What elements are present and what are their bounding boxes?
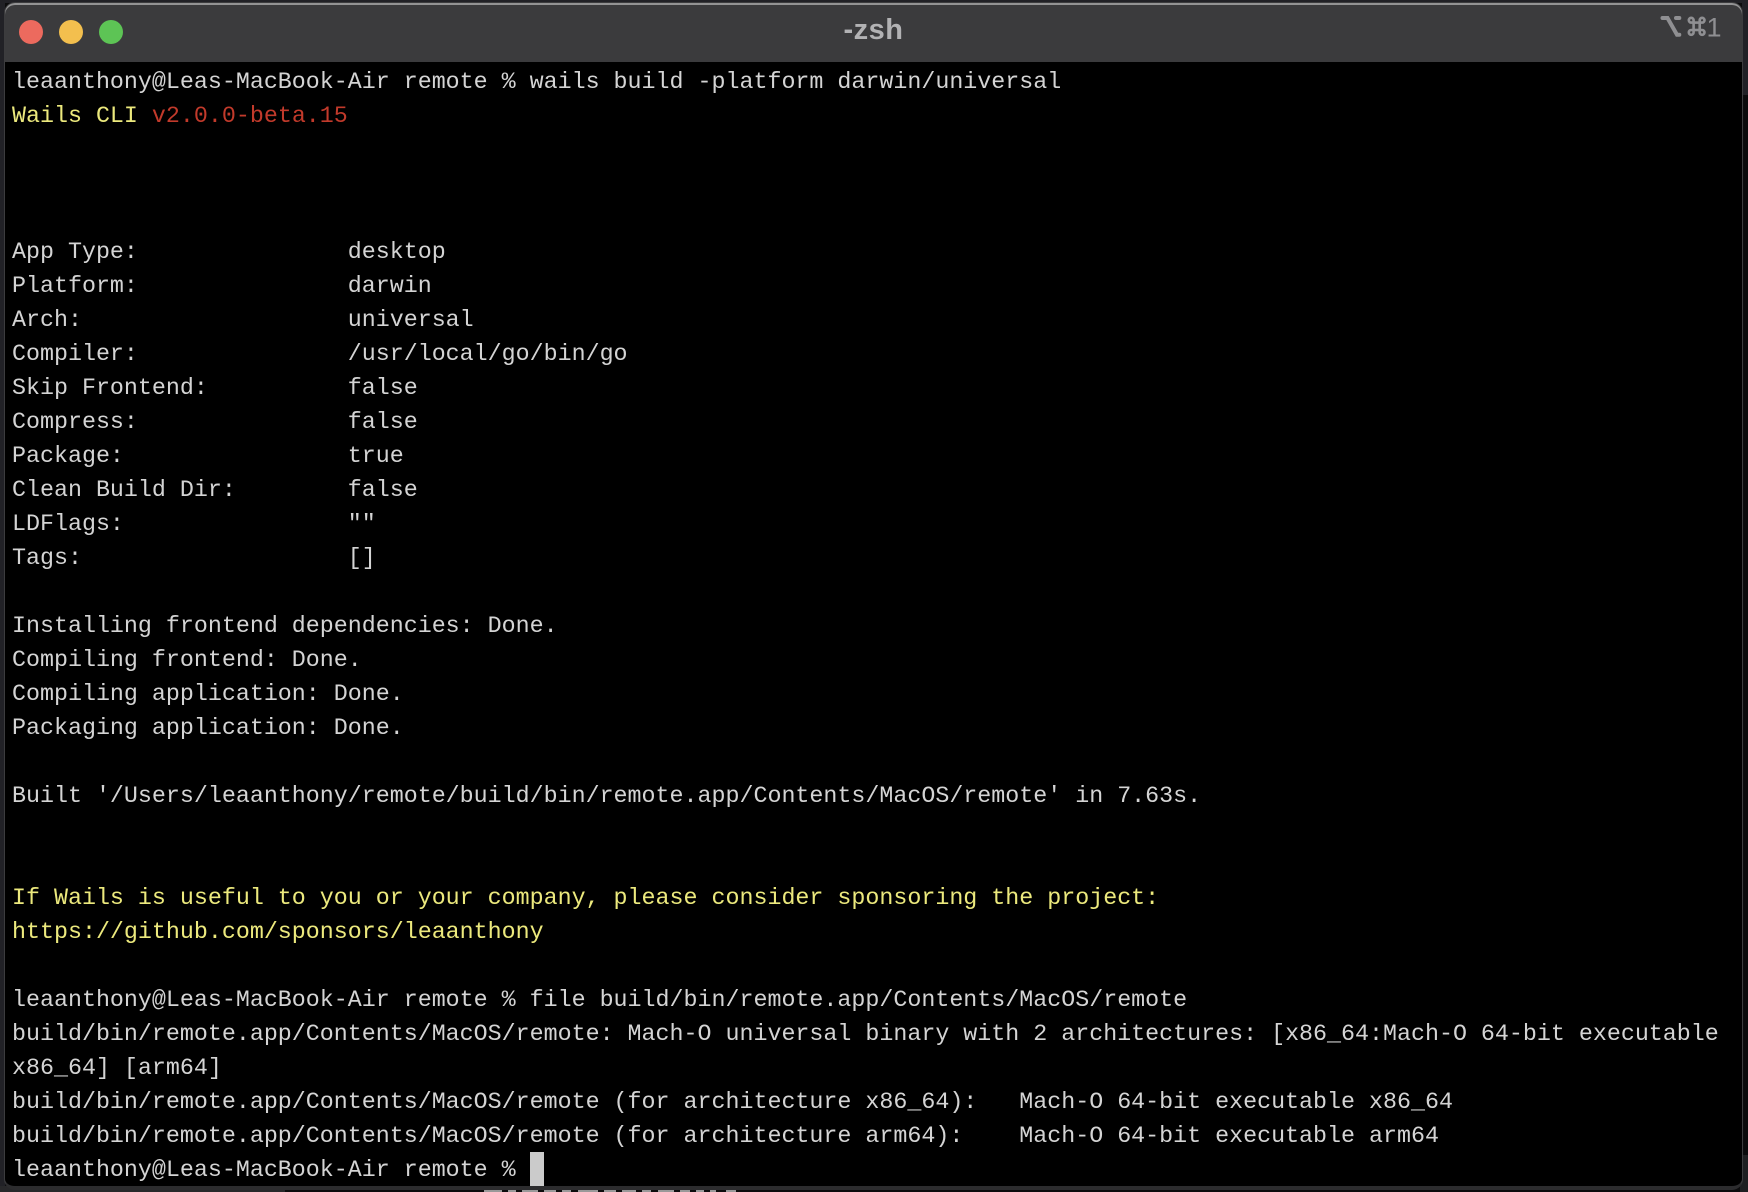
- svg-text:1: 1: [1707, 12, 1722, 40]
